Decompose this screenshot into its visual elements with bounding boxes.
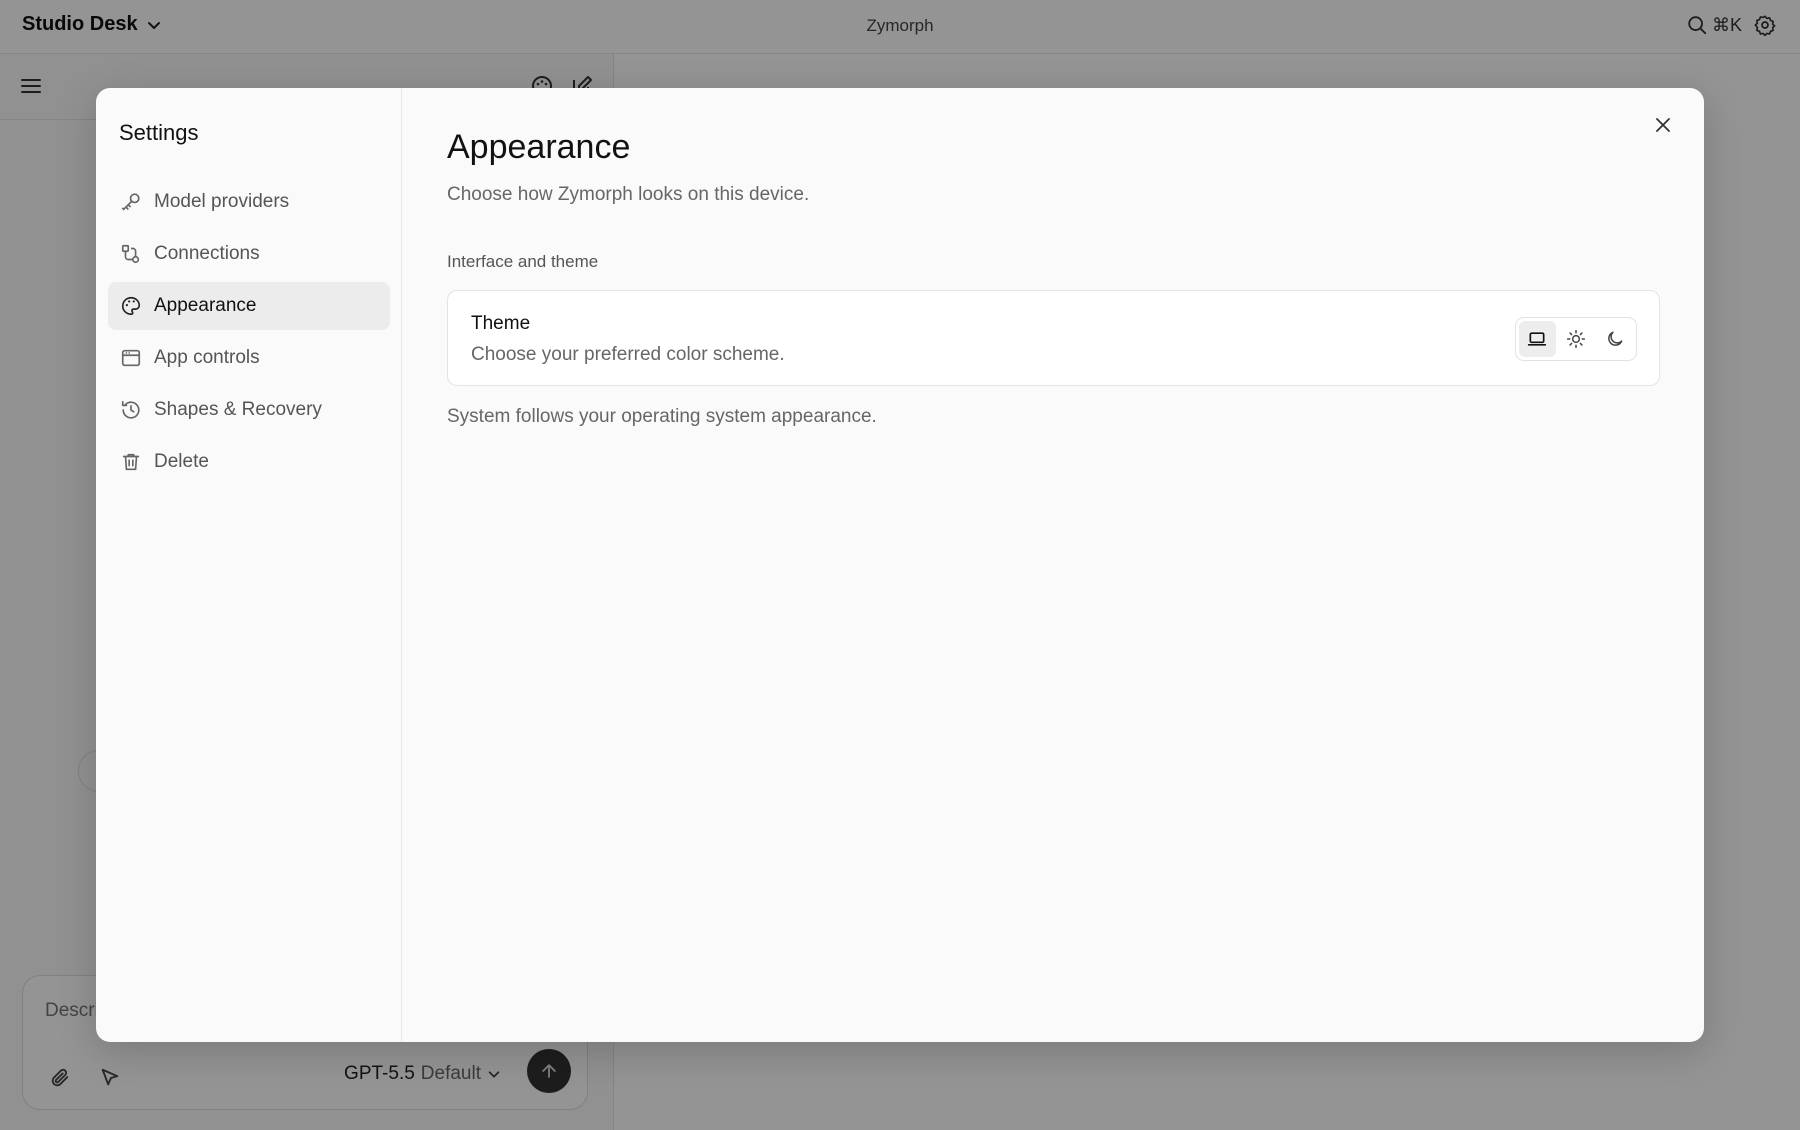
settings-title: Settings [119, 120, 199, 145]
nav-label: Shapes & Recovery [154, 399, 322, 420]
settings-nav: Model providers Connections Appearance A… [108, 178, 390, 490]
nav-item-shapes-recovery[interactable]: Shapes & Recovery [108, 386, 390, 434]
theme-card: Theme Choose your preferred color scheme… [447, 290, 1660, 386]
palette-icon [122, 296, 141, 316]
nav-label: Connections [154, 243, 260, 264]
theme-option-dark[interactable] [1596, 321, 1633, 357]
nav-item-delete[interactable]: Delete [108, 438, 390, 486]
close-button[interactable] [1650, 112, 1676, 138]
nav-item-model-providers[interactable]: Model providers [108, 178, 390, 226]
page-subtitle: Choose how Zymorph looks on this device. [447, 184, 810, 205]
nav-item-app-controls[interactable]: App controls [108, 334, 390, 382]
history-icon [121, 400, 140, 419]
theme-footnote: System follows your operating system app… [447, 406, 877, 427]
laptop-icon [1528, 332, 1547, 346]
settings-sidebar: Settings Model providers Connections App… [96, 88, 402, 1042]
section-label: Interface and theme [447, 252, 599, 271]
theme-toggle [1515, 317, 1637, 361]
close-icon [1656, 118, 1670, 132]
settings-modal: Settings Model providers Connections App… [96, 88, 1704, 1042]
nav-label: Model providers [154, 191, 290, 212]
connections-icon [121, 244, 140, 264]
window-icon [121, 349, 141, 367]
moon-icon [1607, 331, 1623, 346]
nav-label: App controls [154, 347, 260, 368]
theme-description: Choose your preferred color scheme. [471, 344, 785, 365]
nav-item-appearance[interactable]: Appearance [108, 282, 390, 330]
theme-option-light[interactable] [1558, 321, 1595, 357]
trash-icon [122, 453, 140, 471]
nav-label: Appearance [154, 295, 257, 316]
nav-item-connections[interactable]: Connections [108, 230, 390, 278]
nav-label: Delete [154, 451, 209, 472]
key-icon [121, 193, 140, 211]
theme-title: Theme [471, 313, 531, 334]
theme-option-system[interactable] [1519, 321, 1556, 357]
settings-content: Appearance Choose how Zymorph looks on t… [402, 88, 1704, 1042]
sun-icon [1566, 329, 1586, 349]
page-title: Appearance [447, 128, 631, 166]
